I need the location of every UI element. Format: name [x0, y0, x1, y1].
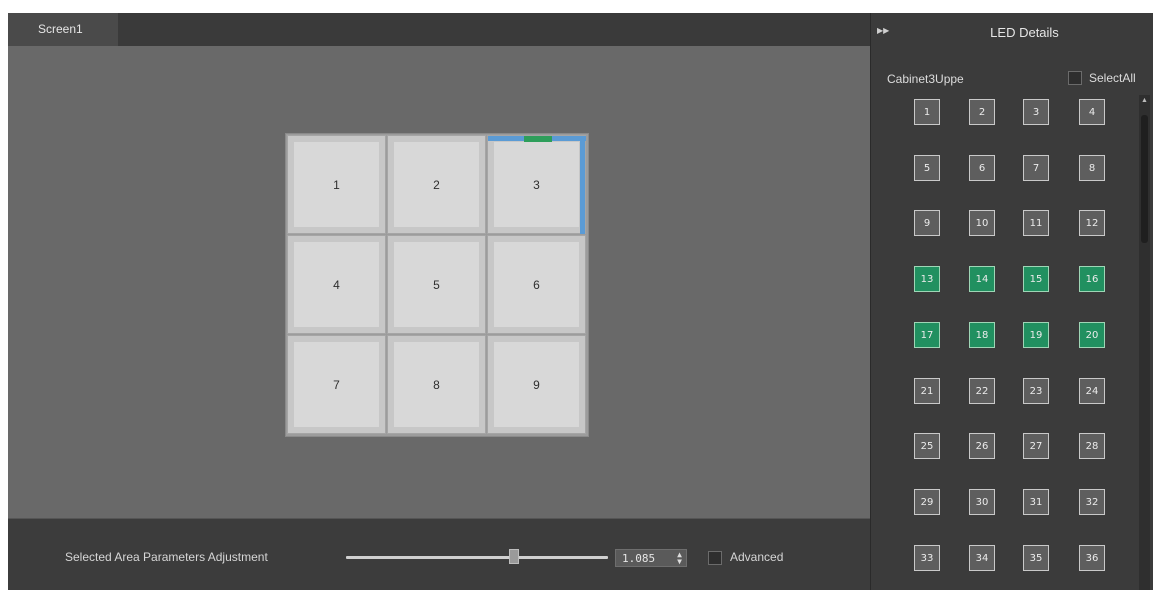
led-button-15[interactable]: 15 [1023, 266, 1049, 292]
panel-title-text: LED Details [990, 25, 1059, 40]
led-button-32[interactable]: 32 [1079, 489, 1105, 515]
cabinet-label: 1 [294, 142, 379, 227]
cabinet-label: 4 [294, 242, 379, 327]
scroll-thumb[interactable] [1141, 115, 1148, 243]
cabinet-label: 5 [394, 242, 479, 327]
led-button-25[interactable]: 25 [914, 433, 940, 459]
led-button-6[interactable]: 6 [969, 155, 995, 181]
cabinet-6[interactable]: 6 [487, 235, 586, 334]
screen-editor: Screen1 123 456 789 Selected Area Paramete… [8, 13, 870, 590]
spin-arrows-icon[interactable]: ▲ ▼ [677, 551, 682, 566]
led-button-36[interactable]: 36 [1079, 545, 1105, 571]
cabinet-name: Cabinet3Uppe [887, 72, 964, 86]
led-button-1[interactable]: 1 [914, 99, 940, 125]
cabinet-1[interactable]: 1 [287, 135, 386, 234]
led-button-24[interactable]: 24 [1079, 378, 1105, 404]
advanced-label: Advanced [730, 550, 784, 564]
select-all-label: SelectAll [1089, 71, 1136, 85]
cabinet-label: 3 [494, 142, 579, 227]
led-button-18[interactable]: 18 [969, 322, 995, 348]
selection-marker [524, 136, 552, 142]
led-details-panel: ▶▶ LED Details Cabinet3Uppe SelectAll 12… [870, 13, 1153, 590]
cabinet-5[interactable]: 5 [387, 235, 486, 334]
cabinet-label: 6 [494, 242, 579, 327]
led-button-27[interactable]: 27 [1023, 433, 1049, 459]
led-button-26[interactable]: 26 [969, 433, 995, 459]
led-button-11[interactable]: 11 [1023, 210, 1049, 236]
adjustment-slider-thumb[interactable] [509, 549, 519, 564]
led-button-33[interactable]: 33 [914, 545, 940, 571]
led-button-29[interactable]: 29 [914, 489, 940, 515]
cabinet-9[interactable]: 9 [487, 335, 586, 434]
led-button-8[interactable]: 8 [1079, 155, 1105, 181]
cabinet-label: 9 [494, 342, 579, 427]
screen-tab-strip: Screen1 [8, 13, 870, 46]
led-button-22[interactable]: 22 [969, 378, 995, 404]
led-button-7[interactable]: 7 [1023, 155, 1049, 181]
adjustment-bar: Selected Area Parameters Adjustment 1.08… [8, 519, 870, 590]
screen-canvas[interactable]: 123 456 789 [8, 46, 870, 519]
led-button-3[interactable]: 3 [1023, 99, 1049, 125]
led-button-28[interactable]: 28 [1079, 433, 1105, 459]
led-button-21[interactable]: 21 [914, 378, 940, 404]
adjustment-value: 1.085 [622, 552, 656, 565]
led-button-34[interactable]: 34 [969, 545, 995, 571]
cabinet-label: 8 [394, 342, 479, 427]
cabinet-label: 7 [294, 342, 379, 427]
led-button-31[interactable]: 31 [1023, 489, 1049, 515]
led-grid-scrollbar[interactable]: ▲ [1139, 95, 1150, 590]
led-button-19[interactable]: 19 [1023, 322, 1049, 348]
led-button-5[interactable]: 5 [914, 155, 940, 181]
led-button-17[interactable]: 17 [914, 322, 940, 348]
cabinet-8[interactable]: 8 [387, 335, 486, 434]
led-button-30[interactable]: 30 [969, 489, 995, 515]
led-button-10[interactable]: 10 [969, 210, 995, 236]
panel-title: LED Details [871, 25, 1153, 40]
led-button-12[interactable]: 12 [1079, 210, 1105, 236]
select-all-checkbox[interactable] [1068, 71, 1082, 85]
led-button-20[interactable]: 20 [1079, 322, 1105, 348]
cabinet-label: 2 [394, 142, 479, 227]
led-button-35[interactable]: 35 [1023, 545, 1049, 571]
cabinet-3[interactable]: 3 [487, 135, 586, 234]
led-button-14[interactable]: 14 [969, 266, 995, 292]
cabinet-4[interactable]: 4 [287, 235, 386, 334]
adjustment-value-spinbox[interactable]: 1.085 ▲ ▼ [615, 549, 687, 567]
cabinet-grid: 123 456 789 [285, 133, 589, 437]
led-button-23[interactable]: 23 [1023, 378, 1049, 404]
led-button-16[interactable]: 16 [1079, 266, 1105, 292]
led-button-2[interactable]: 2 [969, 99, 995, 125]
led-button-13[interactable]: 13 [914, 266, 940, 292]
parameters-adjustment-label: Selected Area Parameters Adjustment [65, 550, 268, 564]
adjustment-slider-track[interactable] [346, 556, 608, 559]
advanced-checkbox[interactable] [708, 551, 722, 565]
led-button-4[interactable]: 4 [1079, 99, 1105, 125]
selection-edge-right [580, 136, 585, 234]
tab-screen1[interactable]: Screen1 [8, 13, 118, 46]
cabinet-2[interactable]: 2 [387, 135, 486, 234]
cabinet-7[interactable]: 7 [287, 335, 386, 434]
led-button-9[interactable]: 9 [914, 210, 940, 236]
scroll-up-icon[interactable]: ▲ [1140, 96, 1149, 105]
